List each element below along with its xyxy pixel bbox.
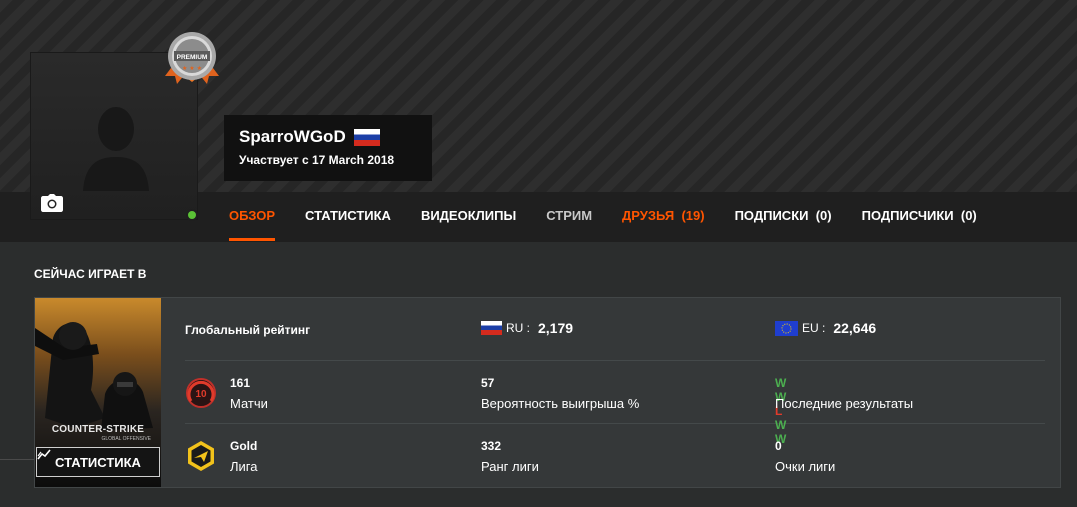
result-item: W bbox=[775, 376, 788, 390]
gold-league-icon bbox=[188, 441, 214, 471]
russia-flag-icon bbox=[353, 128, 380, 146]
league-rank-label: Ранг лиги bbox=[481, 459, 539, 474]
league-stats-row: Gold Лига 332 Ранг лиги 0 Очки лиги bbox=[185, 424, 1045, 487]
tab-videoclips[interactable]: ВИДЕОКЛИПЫ bbox=[421, 192, 516, 242]
premium-badge-text: PREMIUM bbox=[177, 54, 208, 61]
game-card: COUNTER-STRIKE GLOBAL OFFENSIVE СТАТИСТИ… bbox=[34, 297, 1061, 488]
league-points-value: 0 bbox=[775, 439, 782, 453]
skill-level-icon: 10 bbox=[186, 378, 216, 408]
default-avatar-icon bbox=[83, 107, 149, 191]
divider bbox=[0, 459, 34, 460]
ru-rating-value: 2,179 bbox=[538, 320, 574, 336]
global-rating-row: Глобальный рейтинг RU : 2,179 EU : 22,64… bbox=[185, 298, 1045, 361]
game-stats-grid: Глобальный рейтинг RU : 2,179 EU : 22,64… bbox=[185, 298, 1045, 487]
ru-rating-code: RU : bbox=[506, 321, 530, 335]
member-since: Участвует с 17 March 2018 bbox=[239, 153, 395, 167]
profile-tabs: ОБЗОР СТАТИСТИКА ВИДЕОКЛИПЫ СТРИМ ДРУЗЬЯ… bbox=[229, 192, 1007, 242]
skill-level-value: 10 bbox=[195, 389, 207, 400]
russia-flag-icon bbox=[481, 321, 502, 335]
matches-label: Матчи bbox=[230, 396, 268, 411]
username: SparroWGoD bbox=[239, 127, 346, 146]
premium-badge-icon: PREMIUM ★ ★ ★ bbox=[165, 32, 219, 84]
game-logo-sub: GLOBAL OFFENSIVE bbox=[101, 436, 151, 442]
win-probability-label: Вероятность выигрыша % bbox=[481, 396, 640, 411]
global-rating-label: Глобальный рейтинг bbox=[185, 323, 311, 337]
tab-overview[interactable]: ОБЗОР bbox=[229, 192, 276, 242]
svg-text:★ ★ ★: ★ ★ ★ bbox=[182, 65, 202, 72]
recent-results-label: Последние результаты bbox=[775, 396, 914, 411]
match-stats-row: 10 161 Матчи 57 Вероятность выигрыша % W… bbox=[185, 361, 1045, 446]
matches-value: 161 bbox=[230, 376, 251, 390]
profile-name-box: SparroWGoD Участвует с 17 March 2018 bbox=[224, 115, 432, 181]
win-probability-value: 57 bbox=[481, 376, 495, 390]
game-logo: COUNTER-STRIKE bbox=[51, 424, 145, 435]
tab-friends[interactable]: ДРУЗЬЯ (19) bbox=[622, 192, 705, 242]
ru-rating: RU : 2,179 bbox=[481, 320, 573, 336]
league-rank-value: 332 bbox=[481, 439, 502, 453]
tab-subscriptions[interactable]: ПОДПИСКИ (0) bbox=[735, 192, 832, 242]
eu-rating: EU : 22,646 bbox=[775, 320, 876, 336]
game-statistics-label: СТАТИСТИКА bbox=[55, 454, 141, 470]
game-statistics-button[interactable]: СТАТИСТИКА bbox=[36, 447, 160, 477]
league-label: Лига bbox=[230, 459, 258, 474]
tab-stream[interactable]: СТРИМ bbox=[546, 192, 592, 242]
game-cover[interactable]: COUNTER-STRIKE GLOBAL OFFENSIVE СТАТИСТИ… bbox=[35, 298, 161, 487]
eu-rating-code: EU : bbox=[802, 321, 826, 335]
online-status-indicator bbox=[186, 209, 198, 221]
eu-rating-value: 22,646 bbox=[833, 320, 877, 336]
trend-chart-icon bbox=[37, 449, 51, 460]
camera-icon[interactable] bbox=[41, 194, 63, 212]
tab-subscribers[interactable]: ПОДПИСЧИКИ (0) bbox=[862, 192, 977, 242]
eu-flag-icon bbox=[775, 320, 798, 336]
league-points-label: Очки лиги bbox=[775, 459, 836, 474]
league-value: Gold bbox=[230, 439, 258, 453]
now-playing-title: СЕЙЧАС ИГРАЕТ В bbox=[34, 267, 147, 281]
tab-statistics[interactable]: СТАТИСТИКА bbox=[305, 192, 391, 242]
